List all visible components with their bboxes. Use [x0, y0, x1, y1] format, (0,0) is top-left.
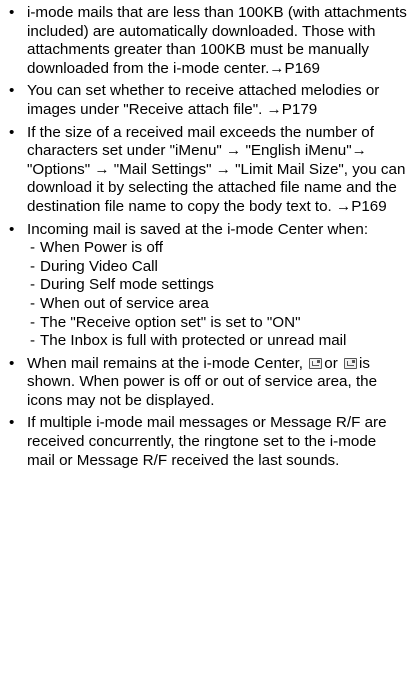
note-limit-mail-size: If the size of a received mail exceeds t… [8, 124, 408, 217]
notes-list: i-mode mails that are less than 100KB (w… [8, 4, 408, 470]
note-text: If the size of a received mail exceeds t… [27, 123, 406, 215]
note-text: If multiple i-mode mail messages or Mess… [27, 414, 387, 469]
note-receive-attach: You can set whether to receive attached … [8, 82, 408, 119]
mail-waiting-icon [309, 357, 323, 369]
note-concurrent-ringtone: If multiple i-mode mail messages or Mess… [8, 414, 408, 470]
condition-item: The "Receive option set" is set to "ON" [30, 314, 408, 333]
condition-item: During Self mode settings [30, 276, 408, 295]
saved-conditions-list: When Power is off During Video Call Duri… [27, 239, 408, 351]
condition-item: During Video Call [30, 258, 408, 277]
condition-item: The Inbox is full with protected or unre… [30, 332, 408, 351]
document-page: i-mode mails that are less than 100KB (w… [0, 0, 414, 677]
mail-full-icon [344, 357, 358, 369]
note-text-middle: or [324, 354, 338, 372]
note-text: You can set whether to receive attached … [27, 82, 380, 118]
note-text-before: When mail remains at the i-mode Center, [27, 354, 304, 372]
note-auto-download: i-mode mails that are less than 100KB (w… [8, 4, 408, 78]
condition-item: When out of service area [30, 295, 408, 314]
note-saved-at-center: Incoming mail is saved at the i-mode Cen… [8, 221, 408, 351]
condition-item: When Power is off [30, 239, 408, 258]
note-text: i-mode mails that are less than 100KB (w… [27, 4, 407, 77]
note-text: Incoming mail is saved at the i-mode Cen… [27, 220, 369, 238]
note-mail-remains-icons: When mail remains at the i-mode Center, … [8, 355, 408, 411]
